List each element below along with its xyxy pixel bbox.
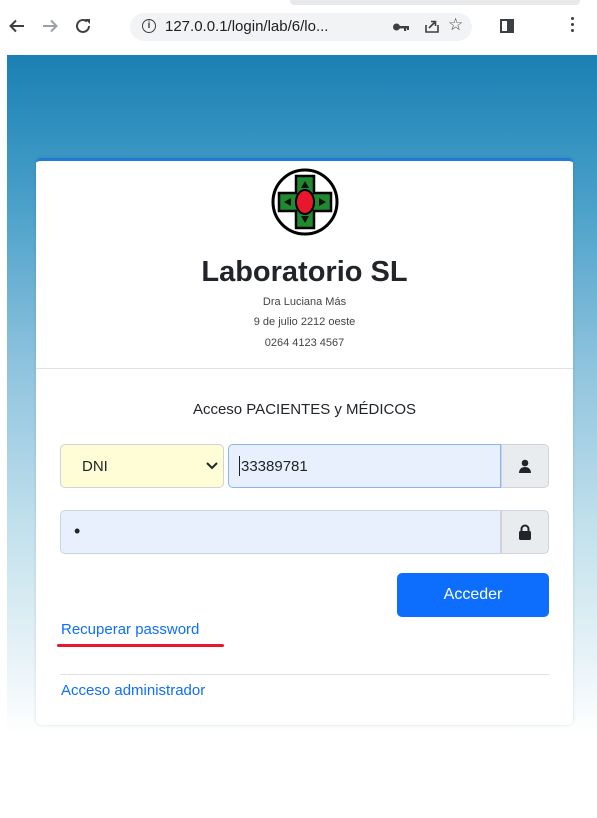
url-text: 127.0.0.1/login/lab/6/lo...: [165, 18, 329, 35]
divider: [60, 674, 549, 675]
lab-address: 9 de julio 2212 oeste: [253, 316, 356, 328]
lock-addon: [501, 510, 549, 554]
tab-strip-edge: [290, 0, 580, 5]
lock-icon: [519, 524, 531, 540]
recover-password-link[interactable]: Recuperar password: [61, 621, 199, 638]
user-icon: [519, 459, 531, 473]
card-header: Laboratorio SL Dra Luciana Más 9 de juli…: [36, 161, 573, 369]
back-icon[interactable]: [6, 15, 28, 37]
lab-name: Laboratorio SL: [201, 256, 408, 288]
document-number-input[interactable]: 33389781: [228, 444, 501, 488]
share-icon[interactable]: [424, 18, 440, 39]
tab-search-icon[interactable]: [500, 19, 514, 33]
reload-icon[interactable]: [72, 15, 94, 37]
document-type-select[interactable]: DNI: [60, 444, 224, 488]
text-caret: [239, 456, 240, 476]
access-title: Acceso PACIENTES y MÉDICOS: [192, 401, 417, 418]
chevron-down-icon: [206, 462, 218, 470]
document-number-value: 33389781: [241, 458, 308, 475]
highlight-underline: [57, 644, 224, 647]
user-addon: [501, 444, 549, 488]
forward-icon[interactable]: [39, 15, 61, 37]
menu-icon[interactable]: [571, 17, 575, 35]
page-background: Laboratorio SL Dra Luciana Más 9 de juli…: [7, 55, 597, 735]
login-button[interactable]: Acceder: [397, 573, 549, 617]
lab-phone: 0264 4123 4567: [264, 337, 345, 349]
lab-logo: [271, 168, 339, 236]
star-icon[interactable]: ☆: [448, 15, 463, 35]
document-type-value: DNI: [82, 458, 108, 475]
doctor-name: Dra Luciana Más: [262, 296, 347, 308]
password-input[interactable]: •: [60, 510, 501, 554]
password-value: •: [74, 521, 81, 541]
admin-access-link[interactable]: Acceso administrador: [61, 682, 205, 699]
info-icon[interactable]: i: [142, 19, 156, 33]
address-bar[interactable]: i 127.0.0.1/login/lab/6/lo... ☆: [130, 13, 472, 41]
login-card: Laboratorio SL Dra Luciana Más 9 de juli…: [36, 158, 573, 725]
browser-toolbar: i 127.0.0.1/login/lab/6/lo... ☆: [0, 0, 597, 52]
key-icon[interactable]: [392, 20, 410, 38]
